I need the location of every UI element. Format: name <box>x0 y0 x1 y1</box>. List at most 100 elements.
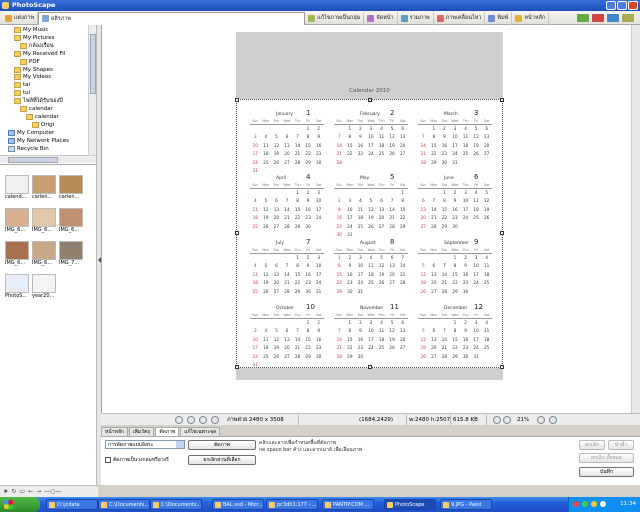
menu-item[interactable]: แต่งภาพ <box>2 11 39 25</box>
thumbnail[interactable]: year20... <box>32 274 58 304</box>
crop-handle-bottom-left[interactable] <box>235 365 239 369</box>
menu-item[interactable]: แก้ไขภาพเป็นกลุ่ม <box>305 11 365 25</box>
refresh-icon[interactable]: ↻ <box>11 488 16 495</box>
taskbar-item[interactable]: 9.JPG - Paint <box>440 499 492 510</box>
crop-handle-left[interactable] <box>235 231 239 235</box>
tree-node[interactable]: My Computer <box>8 129 54 137</box>
tree-node[interactable]: calendar <box>20 105 53 113</box>
tree-node[interactable]: My Network Places <box>8 137 69 145</box>
editor-tab[interactable]: แก้ไขเฉพาะจุด <box>180 427 221 436</box>
close-button[interactable] <box>628 1 638 10</box>
help-icon[interactable] <box>577 14 589 22</box>
crop-handle-top-left[interactable] <box>235 98 239 102</box>
thumbnail[interactable]: IMG_6... <box>59 208 85 238</box>
tree-horizontal-scrollbar[interactable] <box>0 155 96 163</box>
tree-node[interactable]: กล้องเรือน <box>20 42 54 50</box>
thumbnail[interactable]: IMG_6... <box>32 208 58 238</box>
editor-tab[interactable]: หน้าหลัก <box>101 427 128 436</box>
taskbar-item[interactable]: C:\Documents... <box>98 499 150 510</box>
tray-icon[interactable] <box>573 501 579 507</box>
star-icon[interactable]: ★ <box>3 488 8 495</box>
redo-button[interactable]: ทำซ้ำ <box>608 440 634 450</box>
taskbar-item[interactable]: pc3dh1:177 - ... <box>266 499 318 510</box>
settings-icon[interactable] <box>592 14 604 22</box>
zoom-fit-icon[interactable] <box>503 416 511 424</box>
thumbnail[interactable]: calend... <box>5 175 31 205</box>
maximize-button[interactable] <box>617 1 627 10</box>
crop-handle-top[interactable] <box>368 98 372 102</box>
menu-item[interactable]: พิมพ์ <box>485 11 513 25</box>
crop-handle-right[interactable] <box>500 231 504 235</box>
taskbar-item[interactable]: D:\jcdata <box>46 499 98 510</box>
editor-tab[interactable]: เพิ่มวัตถุ <box>128 427 155 436</box>
forward-icon[interactable]: → <box>36 488 41 495</box>
tree-node[interactable]: My Pictures <box>14 34 55 42</box>
tree-node[interactable]: ไฟล์ที่ได้รับของปี <box>14 97 63 105</box>
menu-item[interactable]: ภาพเคลื่อนไหว <box>434 11 486 25</box>
tree-node[interactable]: Origi <box>32 121 54 129</box>
thumbnail[interactable]: IMG_6... <box>5 208 31 238</box>
crop-mode-select[interactable]: การตัดภาพแบบอิสระ <box>105 440 185 449</box>
tree-node[interactable]: tui <box>14 89 30 97</box>
editor-tab[interactable]: ตัดภาพ <box>155 427 180 436</box>
thumbnail[interactable]: IMG_7... <box>59 241 85 271</box>
thumbnail-image <box>32 241 56 260</box>
thumbnail-size-slider[interactable]: —○— <box>44 488 61 495</box>
rotate-left-icon[interactable] <box>175 416 183 424</box>
rotate-right-icon[interactable] <box>187 416 195 424</box>
round-crop-checkbox[interactable]: ตัดภาพเป็นวงกลมหรือวงรี <box>105 456 169 464</box>
start-button[interactable] <box>0 497 40 512</box>
checkbox-box[interactable] <box>105 457 111 463</box>
crop-handle-bottom[interactable] <box>368 365 372 369</box>
tree-node[interactable]: tai <box>14 81 30 89</box>
tree-node[interactable]: My Shapes <box>14 66 53 74</box>
thumbnail-toolbar: ★ ↻ ▭ ← → —○— <box>0 485 98 497</box>
tree-node[interactable]: calendar <box>26 113 59 121</box>
tree-node-label: My Pictures <box>23 34 55 41</box>
crop-selection[interactable] <box>235 98 504 369</box>
taskbar-item[interactable]: PhotoScape <box>384 499 436 510</box>
tree-node[interactable]: Recycle Bin <box>8 145 49 153</box>
crop-handle-bottom-right[interactable] <box>500 365 504 369</box>
folder-icon[interactable]: ▭ <box>19 488 25 495</box>
thumbnail[interactable]: carlen... <box>59 175 85 205</box>
menu-item[interactable]: ผลิรภาพ <box>38 11 306 25</box>
undo-button[interactable]: ยกเลิก <box>579 440 605 450</box>
zoom-out-icon[interactable] <box>493 416 501 424</box>
tree-node[interactable]: PDF <box>20 58 40 66</box>
taskbar-item[interactable]: PANTIP.COM ... <box>322 499 374 510</box>
zoom-in-icon[interactable] <box>537 416 545 424</box>
taskbar-item[interactable]: C:\Documents... <box>150 499 202 510</box>
taskbar-item[interactable]: BAL.vsd - Micr... <box>212 499 264 510</box>
menu-item[interactable]: จัดหน้า <box>364 11 398 25</box>
crop-button[interactable]: ตัดภาพ <box>188 440 256 450</box>
thumbnail[interactable]: PhotoS... <box>5 274 31 304</box>
tray-icon[interactable] <box>591 501 597 507</box>
cancel-selection-button[interactable]: ยกเลิกส่วนที่เลือก <box>188 455 256 465</box>
thumbnail[interactable]: IMG_6... <box>5 241 31 271</box>
crop-handle-top-right[interactable] <box>500 98 504 102</box>
minimize-button[interactable] <box>606 1 616 10</box>
zoom-out-minus-icon[interactable] <box>549 416 557 424</box>
info-icon[interactable] <box>607 14 619 22</box>
menu-item[interactable]: รวมภาพ <box>398 11 434 25</box>
fit-icon[interactable] <box>199 416 207 424</box>
thumbnail[interactable]: IMG_6... <box>32 241 58 271</box>
volume-icon[interactable] <box>600 501 606 507</box>
actual-size-icon[interactable] <box>211 416 219 424</box>
crop-hint: คลิกและลากเพื่อกำหนดพื้นที่ตัดภาพ กด spa… <box>259 440 519 454</box>
chevron-down-icon[interactable] <box>176 441 184 448</box>
tree-node[interactable]: My Received Fil <box>14 50 65 58</box>
work-area-scrollbar[interactable] <box>631 25 640 413</box>
undo-all-button[interactable]: ยกเลิก ทั้งหมด <box>579 453 634 463</box>
tray-icon[interactable] <box>582 501 588 507</box>
folder-tree[interactable]: My Music My Pictures กล้องเรือน My Received… <box>0 25 88 155</box>
tree-node[interactable]: My Music <box>14 26 48 34</box>
menu-item[interactable]: หน้าหลัก <box>512 11 550 25</box>
save-button[interactable]: บันทึก <box>579 467 634 477</box>
back-icon[interactable]: ← <box>28 488 33 495</box>
thumbnail[interactable]: carlen... <box>32 175 58 205</box>
tree-vertical-scrollbar[interactable] <box>88 25 96 155</box>
tree-node[interactable]: My Videos <box>14 73 51 81</box>
update-icon[interactable] <box>622 14 634 22</box>
